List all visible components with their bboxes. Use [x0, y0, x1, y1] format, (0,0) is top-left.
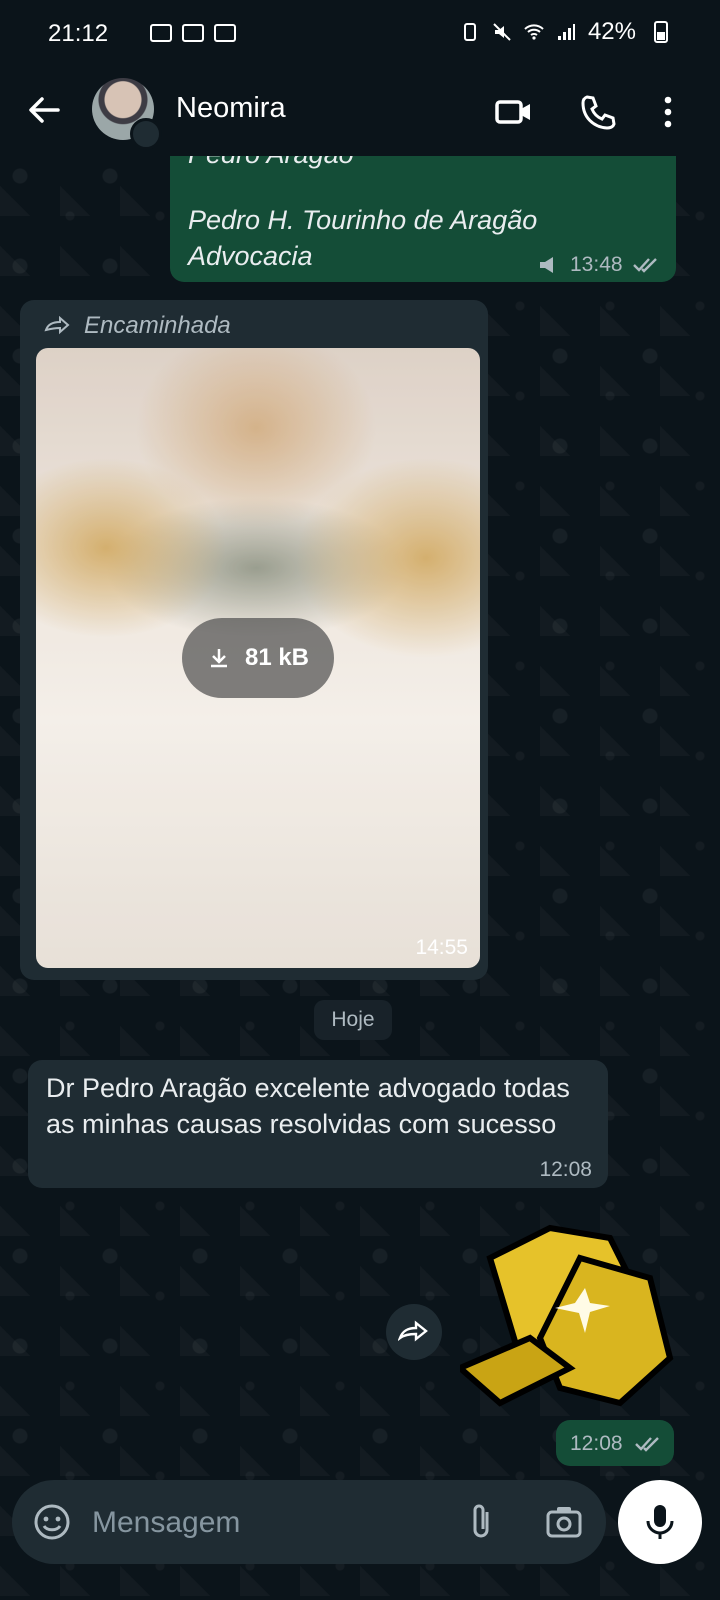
- status-time: 21:12: [48, 20, 109, 47]
- battery-saver-icon: [463, 23, 476, 41]
- signal-icon: [557, 24, 575, 40]
- wifi-icon: [524, 24, 544, 40]
- broadcast-icon: [540, 257, 553, 273]
- gallery-notification-icon: [150, 24, 172, 42]
- blurred-image-preview[interactable]: 81 kB 14:55: [36, 348, 480, 968]
- read-checks-icon: [635, 1437, 659, 1452]
- date-separator: Hoje: [314, 1000, 392, 1040]
- message-time: 12:08: [570, 1432, 623, 1455]
- mute-icon: [493, 23, 511, 41]
- forward-button[interactable]: [386, 1304, 442, 1360]
- voicemail-notification-icon: [182, 24, 204, 42]
- contact-name[interactable]: Neomira: [176, 92, 286, 125]
- download-size: 81 kB: [244, 644, 310, 671]
- message-composer: [12, 1480, 606, 1564]
- camera-icon[interactable]: [542, 1500, 586, 1544]
- battery-percent: 42%: [587, 18, 636, 45]
- voice-message-button[interactable]: [618, 1480, 702, 1564]
- chat-header: Neomira: [0, 72, 720, 156]
- incoming-message[interactable]: Dr Pedro Aragão excelente advogado todas…: [28, 1060, 608, 1188]
- back-arrow-icon[interactable]: [24, 90, 64, 130]
- battery-icon: [654, 21, 668, 43]
- phone-call-icon[interactable]: [578, 92, 618, 132]
- forwarded-icon: [44, 316, 70, 335]
- download-button[interactable]: 81 kB: [182, 618, 334, 698]
- video-call-icon[interactable]: [494, 92, 534, 132]
- status-ring-icon: [130, 118, 162, 150]
- forwarded-label: Encaminhada: [44, 312, 231, 340]
- handshake-sticker[interactable]: [460, 1218, 678, 1410]
- microphone-icon: [646, 1505, 674, 1539]
- read-checks-icon: [633, 258, 657, 273]
- status-bar: 21:12 42%: [0, 0, 720, 72]
- message-time: 13:48: [570, 253, 623, 276]
- forwarded-text: Encaminhada: [84, 312, 231, 339]
- download-icon: [210, 649, 227, 668]
- sticker-emoji-icon[interactable]: [30, 1500, 74, 1544]
- forward-icon: [398, 1320, 428, 1342]
- status-right: 42%: [460, 18, 668, 46]
- media-time: 14:55: [415, 936, 468, 959]
- message-input[interactable]: [90, 1500, 454, 1546]
- attach-icon[interactable]: [460, 1500, 504, 1544]
- message-text: Dr Pedro Aragão excelente advogado todas…: [46, 1073, 570, 1139]
- more-options-icon[interactable]: [648, 92, 688, 132]
- sticker-time-chip: 12:08: [556, 1420, 674, 1466]
- voicemail-notification-icon-2: [214, 24, 236, 42]
- card-line-3: Advocacia: [188, 241, 313, 271]
- message-time: 12:08: [539, 1158, 592, 1181]
- card-line-2: Pedro H. Tourinho de Aragão: [188, 205, 538, 235]
- notification-icons: [150, 24, 236, 42]
